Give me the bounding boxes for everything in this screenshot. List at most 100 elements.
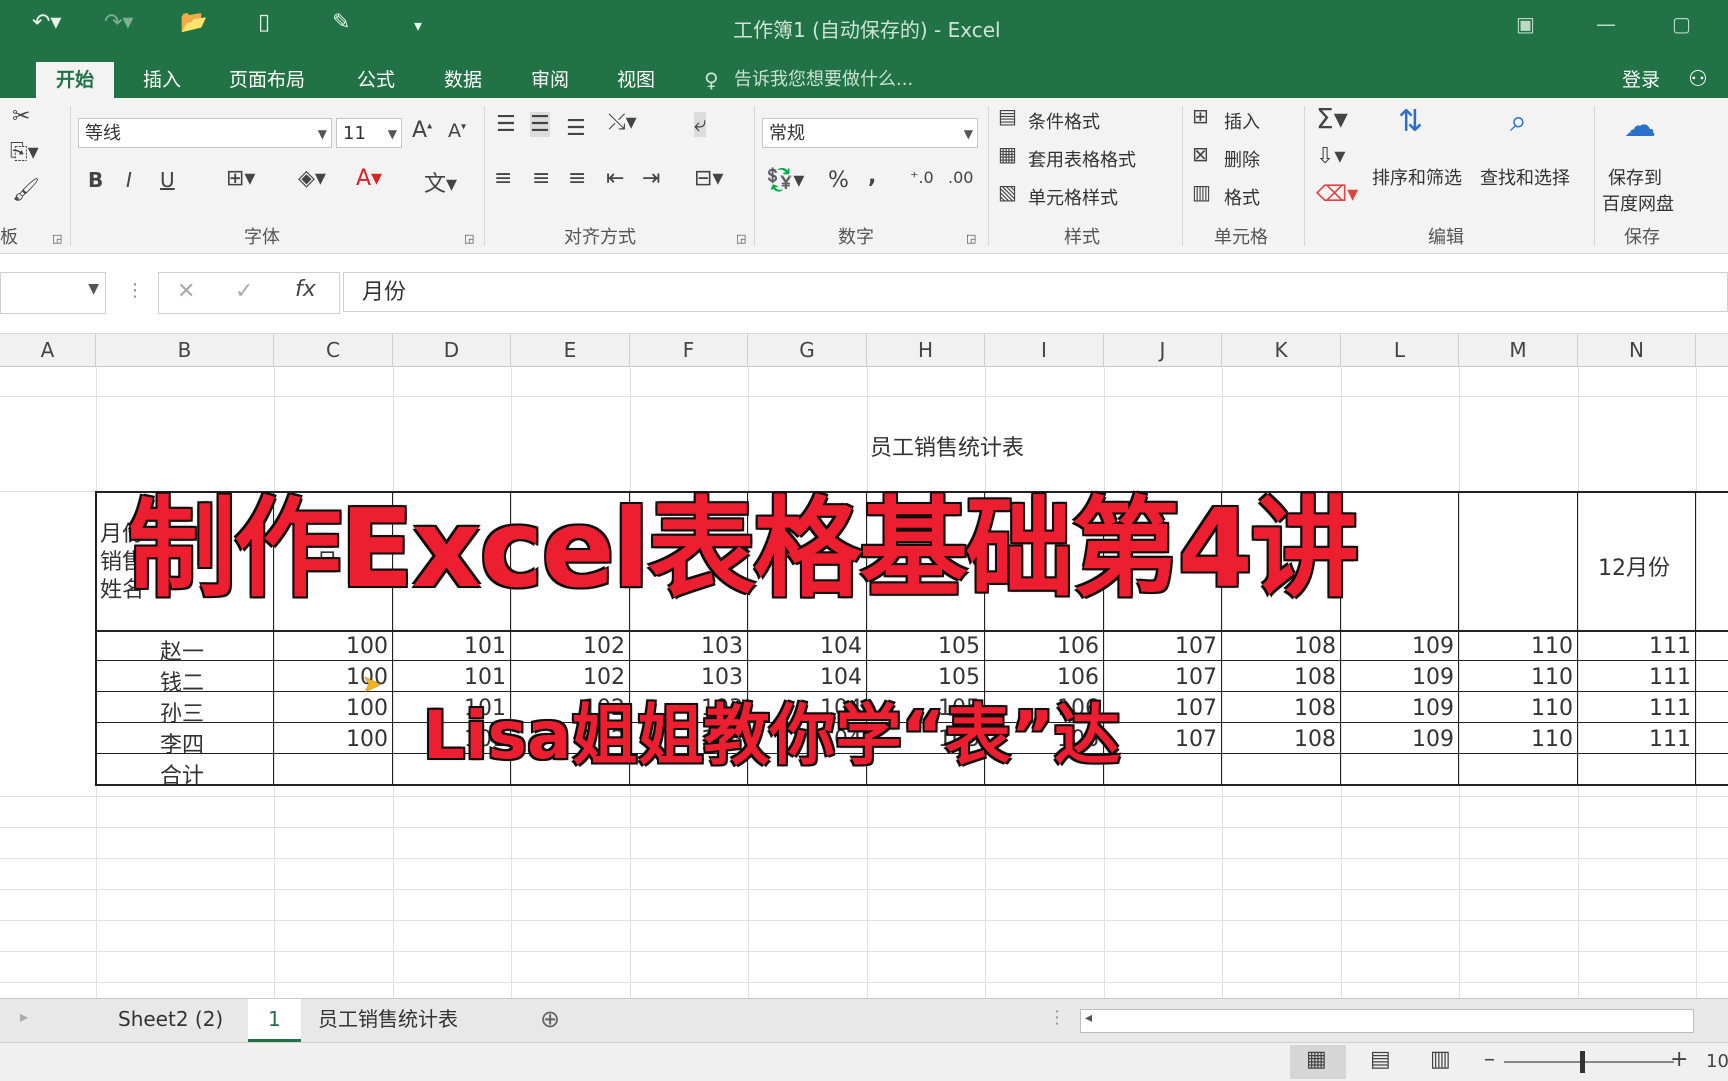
- sales-value-cell[interactable]: 110: [1473, 665, 1573, 690]
- zoom-in-icon[interactable]: +: [1670, 1047, 1688, 1072]
- merge-center-icon[interactable]: ⊟▾: [694, 166, 723, 191]
- column-header[interactable]: L: [1341, 334, 1459, 366]
- copy-icon[interactable]: ⎘▾: [10, 140, 39, 165]
- page-break-view-icon[interactable]: ▥: [1430, 1047, 1451, 1072]
- scroll-left-icon[interactable]: ◂: [1085, 1010, 1092, 1026]
- format-as-table-button[interactable]: 套用表格格式: [1028, 146, 1136, 172]
- sales-value-cell[interactable]: 110: [1473, 727, 1573, 752]
- sales-value-cell[interactable]: 108: [1236, 696, 1336, 721]
- cancel-icon[interactable]: ✕: [177, 279, 195, 304]
- font-color-icon[interactable]: A▾: [356, 166, 382, 191]
- column-header[interactable]: D: [393, 334, 511, 366]
- login-button[interactable]: 登录: [1622, 62, 1660, 98]
- cut-icon[interactable]: ✂: [12, 104, 30, 129]
- autosum-icon[interactable]: Σ▾: [1316, 102, 1348, 135]
- column-header[interactable]: C: [274, 334, 393, 366]
- zoom-slider-thumb[interactable]: [1580, 1051, 1585, 1073]
- fill-color-icon[interactable]: ◈▾: [298, 166, 326, 191]
- sales-value-cell[interactable]: 107: [1117, 634, 1217, 659]
- sales-value-cell[interactable]: 101: [406, 634, 506, 659]
- sheet-tab[interactable]: Sheet2 (2): [98, 999, 243, 1039]
- sales-value-cell[interactable]: 111: [1591, 665, 1691, 690]
- column-header[interactable]: K: [1222, 334, 1341, 366]
- tab-data[interactable]: 数据: [424, 62, 502, 98]
- worksheet-grid[interactable]: 员工销售统计表 月份 销售 姓名 月 12月份 赵一 钱二 孙三 李四 合计 1…: [0, 366, 1728, 998]
- column-header[interactable]: F: [630, 334, 748, 366]
- font-name-combo[interactable]: 等线 ▼: [78, 118, 332, 148]
- sales-value-cell[interactable]: 102: [525, 634, 625, 659]
- sales-value-cell[interactable]: 100: [288, 727, 388, 752]
- delete-cells-button[interactable]: 删除: [1224, 146, 1260, 172]
- column-header[interactable]: I: [985, 334, 1104, 366]
- orientation-icon[interactable]: ⤯▾: [608, 110, 637, 135]
- insert-cells-button[interactable]: 插入: [1224, 108, 1260, 134]
- enter-check-icon[interactable]: ✓: [235, 279, 253, 304]
- increase-decimal-icon[interactable]: ⁺.0: [910, 168, 934, 187]
- tab-formulas[interactable]: 公式: [337, 62, 415, 98]
- sales-value-cell[interactable]: 111: [1591, 634, 1691, 659]
- splitter-icon[interactable]: ⋮: [1048, 1007, 1066, 1028]
- column-header[interactable]: G: [748, 334, 867, 366]
- column-header[interactable]: A: [0, 334, 96, 366]
- column-header[interactable]: M: [1459, 334, 1578, 366]
- sales-value-cell[interactable]: 104: [762, 634, 862, 659]
- bold-button[interactable]: B: [88, 168, 103, 192]
- zoom-out-icon[interactable]: –: [1484, 1047, 1495, 1072]
- sort-filter-button[interactable]: 排序和筛选: [1372, 164, 1462, 190]
- increase-font-size-icon[interactable]: A▴: [412, 118, 432, 143]
- insert-function-icon[interactable]: fx: [295, 277, 316, 302]
- sales-value-cell[interactable]: 109: [1354, 696, 1454, 721]
- column-header[interactable]: H: [867, 334, 985, 366]
- customize-quick-access-icon[interactable]: ▾: [414, 16, 422, 35]
- save-to-line1[interactable]: 保存到: [1608, 164, 1662, 190]
- sales-value-cell[interactable]: 100: [288, 634, 388, 659]
- percent-style-button[interactable]: %: [828, 168, 849, 193]
- page-layout-view-icon[interactable]: ▤: [1370, 1047, 1391, 1072]
- decrease-indent-icon[interactable]: ⇤: [606, 166, 624, 191]
- sales-value-cell[interactable]: 103: [643, 634, 743, 659]
- sales-value-cell[interactable]: 100: [288, 696, 388, 721]
- new-document-icon[interactable]: ▯: [258, 10, 270, 35]
- sales-value-cell[interactable]: 110: [1473, 634, 1573, 659]
- sheet-tab[interactable]: 员工销售统计表: [298, 999, 478, 1039]
- clear-icon[interactable]: ⌫▾: [1316, 182, 1358, 207]
- align-middle-icon[interactable]: ☰: [530, 112, 550, 137]
- format-cells-button[interactable]: 格式: [1224, 184, 1260, 210]
- sales-value-cell[interactable]: 108: [1236, 727, 1336, 752]
- wrap-text-icon[interactable]: ⤶: [694, 112, 707, 137]
- fill-down-icon[interactable]: ⇩▾: [1316, 144, 1345, 169]
- zoom-level[interactable]: 10: [1706, 1051, 1728, 1072]
- column-header[interactable]: B: [96, 334, 274, 366]
- undo-icon[interactable]: ↶▾: [32, 10, 61, 35]
- italic-button[interactable]: I: [126, 168, 132, 192]
- tab-page-layout[interactable]: 页面布局: [209, 62, 325, 98]
- maximize-icon[interactable]: ▢: [1672, 12, 1691, 36]
- sales-value-cell[interactable]: 108: [1236, 634, 1336, 659]
- sales-value-cell[interactable]: 110: [1473, 696, 1573, 721]
- tab-insert[interactable]: 插入: [123, 62, 201, 98]
- number-format-combo[interactable]: 常规 ▼: [762, 118, 978, 148]
- sales-value-cell[interactable]: 111: [1591, 696, 1691, 721]
- number-launcher-icon[interactable]: ◲: [966, 232, 976, 245]
- sheet-tab-active[interactable]: 1: [248, 999, 301, 1042]
- conditional-format-button[interactable]: 条件格式: [1028, 108, 1100, 134]
- formula-input[interactable]: 月份: [343, 272, 1728, 312]
- normal-view-icon[interactable]: ▦: [1306, 1047, 1327, 1072]
- save-to-line2[interactable]: 百度网盘: [1602, 190, 1674, 216]
- tab-home[interactable]: 开始: [36, 62, 115, 98]
- column-header[interactable]: E: [511, 334, 630, 366]
- decrease-font-size-icon[interactable]: A▾: [448, 120, 466, 142]
- phonetic-icon[interactable]: 文▾: [424, 166, 457, 198]
- minimize-icon[interactable]: —: [1596, 12, 1616, 36]
- ribbon-display-icon[interactable]: ▣: [1516, 12, 1535, 36]
- sales-value-cell[interactable]: 106: [999, 634, 1099, 659]
- align-top-icon[interactable]: ☰: [496, 112, 516, 137]
- tab-review[interactable]: 审阅: [511, 62, 589, 98]
- align-bottom-icon[interactable]: ☰: [566, 116, 586, 141]
- borders-icon[interactable]: ⊞▾: [226, 166, 255, 191]
- column-header[interactable]: N: [1578, 334, 1696, 366]
- underline-button[interactable]: U: [160, 168, 175, 192]
- decrease-decimal-icon[interactable]: .00: [948, 168, 973, 187]
- share-user-icon[interactable]: ⚇: [1688, 62, 1728, 98]
- format-painter-icon[interactable]: ✎: [332, 10, 350, 35]
